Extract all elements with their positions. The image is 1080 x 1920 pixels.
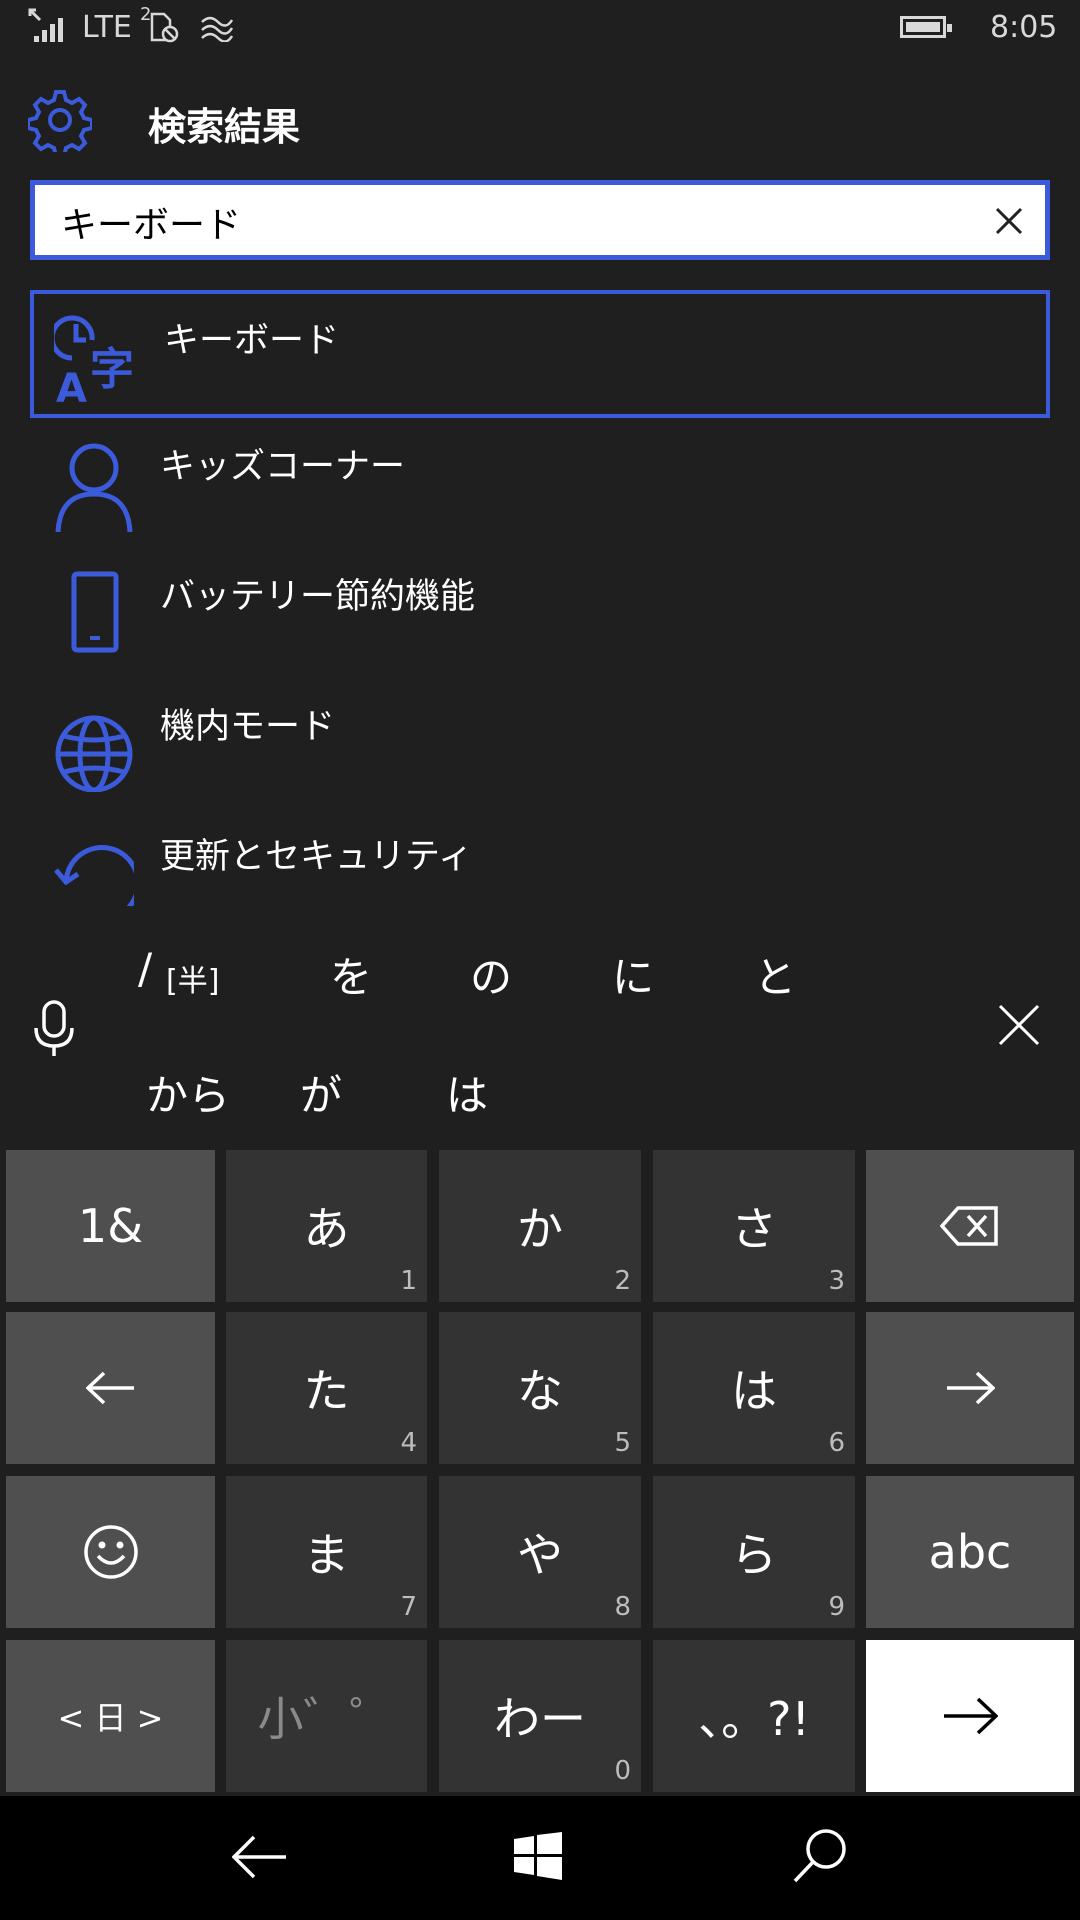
key-label: わー — [494, 1692, 586, 1746]
svg-text:A: A — [56, 366, 87, 406]
result-item-battery-saver[interactable]: バッテリー節約機能 — [30, 550, 1050, 678]
key-language-switch[interactable]: < 日 > — [6, 1640, 215, 1792]
result-label: 機内モード — [160, 707, 336, 747]
key-label: さ — [731, 1202, 777, 1256]
clock: 8:05 — [990, 10, 1058, 45]
phone-icon — [71, 571, 119, 653]
close-icon[interactable] — [991, 203, 1027, 239]
close-icon[interactable] — [998, 1004, 1040, 1046]
key-a[interactable]: あ1 — [226, 1150, 427, 1302]
gear-icon[interactable] — [28, 88, 92, 152]
key-punctuation[interactable]: 、。?! — [653, 1640, 855, 1792]
key-label: や — [517, 1528, 563, 1582]
key-ka[interactable]: か2 — [439, 1150, 641, 1302]
globe-icon — [55, 715, 133, 792]
person-icon — [55, 443, 133, 532]
key-enter[interactable] — [866, 1640, 1074, 1792]
key-number: 7 — [400, 1592, 417, 1622]
search-icon[interactable] — [792, 1828, 848, 1884]
key-number: 2 — [614, 1266, 631, 1296]
result-item-airplane-mode[interactable]: 機内モード — [30, 680, 1050, 808]
key-number: 5 — [614, 1428, 631, 1458]
key-label: か — [517, 1202, 563, 1256]
search-input[interactable] — [59, 195, 963, 249]
key-ha[interactable]: は6 — [653, 1312, 855, 1464]
key-label: は — [731, 1364, 777, 1418]
sim-icon — [150, 12, 179, 43]
arrow-right-icon — [947, 1371, 995, 1405]
key-label: < 日 > — [57, 1699, 164, 1737]
key-number: 8 — [614, 1592, 631, 1622]
keyboard: 1& あ1 か2 さ3 た4 な5 は6 ま 7 や 8 ら 9 abc < 日… — [0, 1146, 1080, 1796]
key-ra[interactable]: ら9 — [653, 1476, 855, 1628]
key-cursor-right[interactable] — [866, 1312, 1074, 1464]
key-label: abc — [928, 1525, 1012, 1579]
candidate-bar: / [半] を の に と から が は — [0, 906, 1080, 1146]
page-title: 検索結果 — [148, 105, 301, 149]
result-label: 更新とセキュリティ — [160, 837, 473, 877]
network-type: LTE — [82, 10, 132, 45]
key-ta[interactable]: た4 — [226, 1312, 427, 1464]
key-number: 1 — [400, 1266, 417, 1296]
candidate-half-width[interactable]: [半] — [166, 956, 219, 1000]
wifi-calling-icon — [201, 16, 234, 42]
result-item-kids-corner[interactable]: キッズコーナー — [30, 420, 1050, 548]
arrow-left-icon — [85, 1371, 134, 1405]
key-label: ま — [303, 1528, 350, 1582]
key-small-dakuten[interactable]: 小゛゜ — [226, 1640, 427, 1792]
svg-text:字: 字 — [90, 344, 134, 395]
signal-icon — [28, 8, 63, 42]
key-abc[interactable]: abc — [866, 1476, 1074, 1628]
key-backspace[interactable] — [866, 1150, 1074, 1302]
back-icon[interactable] — [232, 1834, 288, 1880]
key-number: 0 — [614, 1756, 631, 1786]
enter-arrow-icon — [944, 1697, 998, 1735]
status-bar: LTE 2 8:05 — [0, 0, 1080, 58]
candidate-wo[interactable]: を — [330, 944, 372, 1005]
battery-icon — [900, 16, 952, 38]
key-na[interactable]: な5 — [439, 1312, 641, 1464]
candidate-ga[interactable]: が — [300, 1062, 342, 1123]
result-item-keyboard[interactable]: A 字 キーボード — [30, 290, 1050, 418]
result-label: バッテリー節約機能 — [160, 577, 476, 617]
refresh-icon — [54, 844, 134, 906]
key-ma[interactable]: ま7 — [226, 1476, 427, 1628]
result-label: キーボード — [164, 321, 340, 361]
candidate-no[interactable]: の — [470, 944, 512, 1005]
microphone-icon[interactable] — [32, 998, 76, 1060]
key-label: 、。?! — [698, 1692, 810, 1746]
key-label: た — [303, 1364, 350, 1418]
time-language-icon: A 字 — [54, 315, 134, 406]
key-number: 6 — [828, 1428, 845, 1458]
key-cursor-left[interactable] — [6, 1312, 215, 1464]
key-label: ら — [731, 1528, 777, 1582]
key-number: 4 — [400, 1428, 417, 1458]
candidate-ni[interactable]: に — [612, 944, 654, 1005]
key-label: 1& — [77, 1199, 144, 1253]
key-label: 小゛゜ — [257, 1692, 396, 1746]
key-ya[interactable]: や8 — [439, 1476, 641, 1628]
key-number: 9 — [828, 1592, 845, 1622]
candidate-slash[interactable]: / — [138, 944, 152, 993]
result-label: キッズコーナー — [160, 447, 406, 487]
result-item-update-security[interactable]: 更新とセキュリティ — [30, 810, 1050, 906]
key-emoji[interactable] — [6, 1476, 215, 1628]
key-symbols[interactable]: 1& — [6, 1150, 215, 1302]
key-label: な — [517, 1364, 563, 1418]
backspace-icon — [940, 1206, 998, 1246]
key-label: あ — [303, 1202, 350, 1256]
candidate-to[interactable]: と — [754, 944, 796, 1005]
emoji-icon — [83, 1525, 138, 1579]
windows-icon[interactable] — [514, 1832, 562, 1880]
key-wa[interactable]: わー 0 — [439, 1640, 641, 1792]
key-sa[interactable]: さ3 — [653, 1150, 855, 1302]
key-number: 3 — [828, 1266, 845, 1296]
candidate-ha[interactable]: は — [446, 1062, 488, 1123]
candidate-kara[interactable]: から — [146, 1062, 230, 1123]
navigation-bar — [0, 1796, 1080, 1920]
search-box[interactable] — [30, 180, 1050, 260]
